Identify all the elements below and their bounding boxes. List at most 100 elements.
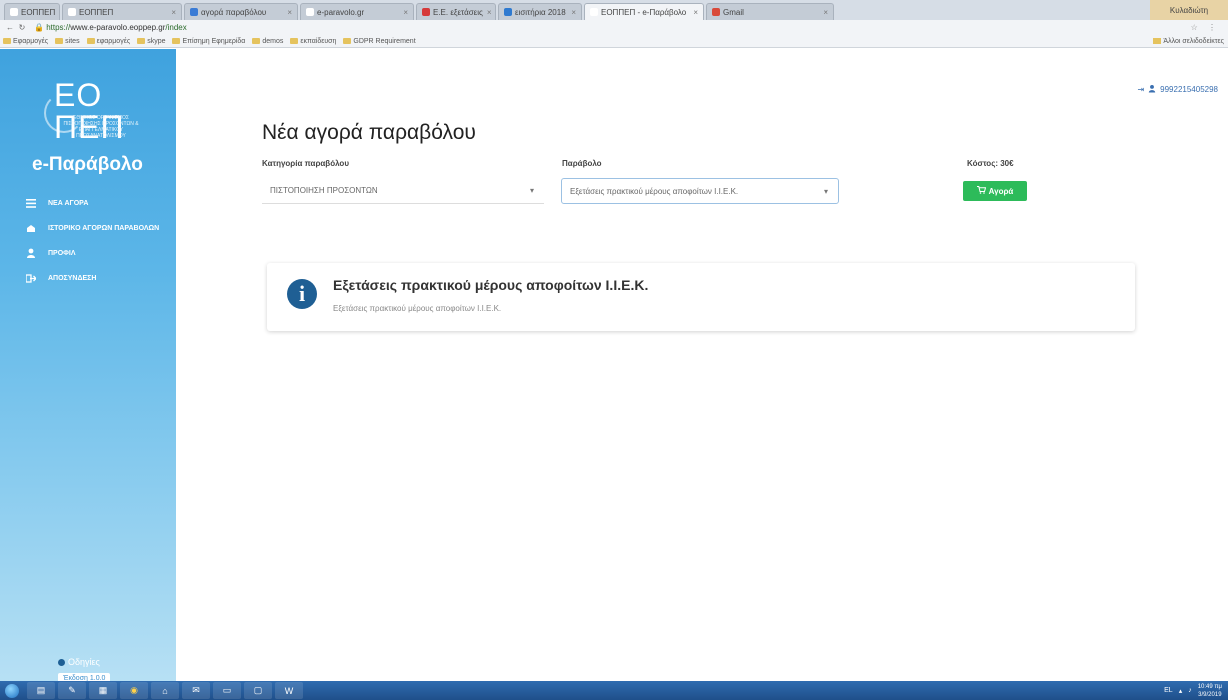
help-link-label: Οδηγίες	[68, 657, 100, 667]
browser-tab[interactable]: ΕΟΠΠΕΠ×	[4, 3, 60, 20]
bookmark-item[interactable]: Επίσημη Εφημερίδα	[172, 38, 245, 45]
sidebar-item-history[interactable]: ΙΣΤΟΡΙΚΟ ΑΓΟΡΩΝ ΠΑΡΑΒΟΛΩΝ	[26, 218, 159, 238]
folder-icon	[137, 38, 146, 44]
tray-arrow-icon[interactable]: ▴	[1179, 687, 1183, 695]
logo[interactable]: ΕΟΠΕΠ ΕΘΝΙΚΟΣ ΟΡΓΑΝΙΣΜΟΣ ΠΙΣΤΟΠΟΙΗΣΗΣ ΠΡ…	[44, 79, 152, 143]
taskbar-word-icon[interactable]: W	[275, 682, 303, 699]
bookmark-item[interactable]: GDPR Requirement	[343, 38, 416, 45]
user-icon	[1148, 84, 1156, 95]
windows-orb-icon	[5, 683, 19, 698]
language-indicator[interactable]: EL	[1164, 687, 1173, 694]
bookmark-item[interactable]: εφαρμογές	[86, 37, 131, 45]
chevron-down-icon: ▾	[529, 186, 534, 195]
taskbar: ▤ ✎ ▦ ◉ ⌂ ✉ ▭ ▢ W EL ▴ ♪ 10:49 πμ 3/9/20…	[0, 681, 1228, 700]
user-id: 9992215405298	[1160, 85, 1218, 94]
category-label: Κατηγορία παραβόλου	[262, 159, 349, 168]
main-content: ⇥ 9992215405298 Νέα αγορά παραβόλου Κατη…	[176, 49, 1228, 681]
fee-select[interactable]: Εξετάσεις πρακτικού μέρους αποφοίτων Ι.Ι…	[561, 178, 839, 204]
folder-icon	[172, 38, 181, 44]
url-field[interactable]: 🔒 https://www.e-paravolo.eoppep.gr/index	[34, 23, 187, 32]
bookmark-label: Εφαρμογές	[13, 37, 49, 45]
taskbar-folder-icon[interactable]: ▭	[213, 682, 241, 699]
browser-tab[interactable]: ΕΟΠΠΕΠ×	[62, 3, 182, 20]
brand-title[interactable]: e-Παράβολο	[32, 154, 143, 176]
window-user-badge[interactable]: Κυλαδιώτη	[1150, 0, 1228, 20]
browser-tab-label: αγορά παραβόλου	[201, 7, 267, 17]
volume-icon[interactable]: ♪	[1188, 687, 1192, 694]
browser-tab[interactable]: Ε.Ε. εξετάσεις ×	[416, 3, 496, 20]
folder-icon	[55, 38, 64, 44]
url-scheme: https://	[46, 23, 71, 32]
tab-favicon-icon	[306, 8, 314, 16]
buy-button[interactable]: Αγορά	[963, 181, 1027, 201]
history-icon	[26, 223, 36, 233]
bookmark-label: sites	[65, 37, 80, 45]
bookmark-label: demos	[262, 37, 284, 45]
close-icon[interactable]: ×	[55, 8, 59, 17]
close-icon[interactable]: ×	[283, 8, 292, 17]
clock[interactable]: 10:49 πμ 3/9/2019	[1198, 683, 1222, 699]
sidebar-menu: ΝΕΑ ΑΓΟΡΑ ΙΣΤΟΡΙΚΟ ΑΓΟΡΩΝ ΠΑΡΑΒΟΛΩΝ ΠΡΟΦ…	[26, 193, 159, 293]
star-icon[interactable]: ☆ ⋮	[1191, 23, 1228, 32]
browser-tab-label: Gmail	[723, 7, 744, 17]
bookmark-item[interactable]: skype	[137, 38, 165, 45]
close-icon[interactable]: ×	[399, 8, 408, 17]
folder-icon	[1153, 38, 1162, 44]
bookmark-label: εκπαίδευση	[300, 37, 337, 45]
browser-tab-label: ΕΟΠΠΕΠ	[21, 7, 56, 17]
browser-tab[interactable]: Gmail ×	[706, 3, 834, 20]
url-path: /index	[165, 23, 187, 32]
logo-subtitle: ΕΘΝΙΚΟΣ ΟΡΓΑΝΙΣΜΟΣ ΠΙΣΤΟΠΟΙΗΣΗΣ ΠΡΟΣΟΝΤΩ…	[63, 115, 139, 139]
folder-icon	[343, 38, 352, 44]
chevron-down-icon: ▾	[823, 187, 828, 196]
bookmark-item[interactable]: Εφαρμογές	[3, 38, 48, 45]
buy-button-label: Αγορά	[988, 186, 1014, 196]
taskbar-media-icon[interactable]: ✎	[58, 682, 86, 699]
category-select[interactable]: ΠΙΣΤΟΠΟΙΗΣΗ ΠΡΟΣΟΝΤΩΝ ▾	[262, 178, 544, 204]
taskbar-explorer-icon[interactable]: ▤	[27, 682, 55, 699]
browser-tab[interactable]: ΕΟΠΠΕΠ - e-Παράβολο ×	[584, 3, 704, 20]
browser-tab[interactable]: αγορά παραβόλου ×	[184, 3, 298, 20]
other-bookmarks[interactable]: Άλλοι σελιδοδείκτες	[1153, 38, 1228, 45]
back-icon[interactable]: ←	[4, 23, 16, 32]
close-icon[interactable]: ×	[567, 8, 576, 17]
taskbar-network-icon[interactable]: ⌂	[151, 682, 179, 699]
browser-tab-bar: ΕΟΠΠΕΠ×ΕΟΠΠΕΠ×αγορά παραβόλου×e-paravolo…	[0, 0, 1228, 20]
clock-time: 10:49 πμ	[1197, 683, 1222, 690]
taskbar-outlook-icon[interactable]: ✉	[182, 682, 210, 699]
folder-icon	[252, 38, 261, 44]
sidebar-item-logout[interactable]: ΑΠΟΣΥΝΔΕΣΗ	[26, 268, 159, 288]
close-icon[interactable]: ×	[689, 8, 698, 17]
other-bookmarks-label: Άλλοι σελιδοδείκτες	[1163, 37, 1224, 45]
close-icon[interactable]: ×	[819, 8, 828, 17]
user-icon	[26, 248, 36, 258]
sidebar-item-profile[interactable]: ΠΡΟΦΙΛ	[26, 243, 159, 263]
user-menu[interactable]: ⇥ 9992215405298	[1137, 84, 1218, 95]
sidebar-item-new-purchase[interactable]: ΝΕΑ ΑΓΟΡΑ	[26, 193, 159, 213]
bookmark-item[interactable]: demos	[252, 38, 283, 45]
browser-tab[interactable]: e-paravolo.gr ×	[300, 3, 414, 20]
start-button[interactable]	[0, 681, 24, 700]
close-icon[interactable]: ×	[167, 8, 176, 17]
help-icon	[58, 658, 65, 666]
list-icon	[26, 198, 36, 208]
bookmark-label: εφαρμογές	[96, 37, 131, 45]
taskbar-app-icon[interactable]: ▦	[89, 682, 117, 699]
cost-label: Κόστος: 30€	[967, 159, 1014, 168]
sidebar-item-label: ΝΕΑ ΑΓΟΡΑ	[48, 199, 89, 207]
bookmark-item[interactable]: εκπαίδευση	[290, 38, 336, 45]
browser-tab[interactable]: εισιτήρια 2018 ×	[498, 3, 582, 20]
taskbar-chrome-icon[interactable]: ◉	[120, 682, 148, 699]
tab-favicon-icon	[10, 8, 18, 16]
bookmark-item[interactable]: sites	[55, 37, 80, 45]
fee-label: Παράβολο	[562, 159, 602, 168]
help-link[interactable]: Οδηγίες	[58, 657, 100, 667]
sidebar-item-label: ΙΣΤΟΡΙΚΟ ΑΓΟΡΩΝ ΠΑΡΑΒΟΛΩΝ	[48, 224, 160, 232]
logout-arrow-icon[interactable]: ⇥	[1137, 85, 1144, 94]
reload-icon[interactable]: ↻	[16, 23, 28, 32]
taskbar-window-icon[interactable]: ▢	[244, 682, 272, 699]
info-icon: i	[287, 279, 317, 309]
tab-favicon-icon	[422, 8, 430, 16]
close-icon[interactable]: ×	[483, 8, 492, 17]
tab-favicon-icon	[68, 8, 76, 16]
